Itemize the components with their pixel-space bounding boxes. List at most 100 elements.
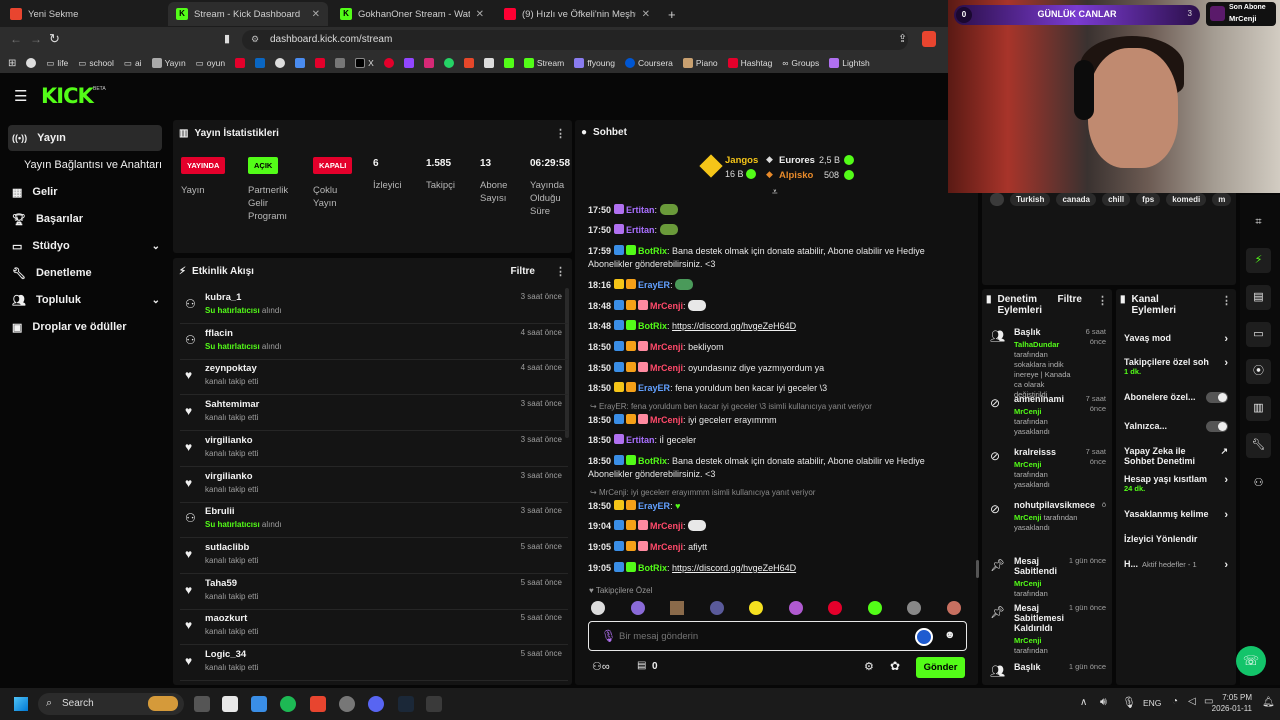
chat-username[interactable]: BotRix bbox=[638, 321, 667, 331]
chat-username[interactable]: Ertitan bbox=[626, 225, 655, 235]
chat-message[interactable]: 17:59 BotRix: Bana destek olmak için dona… bbox=[588, 245, 968, 271]
spotify-icon[interactable] bbox=[280, 696, 296, 712]
app-icon[interactable] bbox=[426, 696, 442, 712]
apps-grid-icon[interactable]: ⊞ bbox=[8, 58, 16, 69]
bookmark-groups[interactable]: ∞ Groups bbox=[782, 58, 819, 68]
kebab-menu-icon[interactable]: ⋮ bbox=[1221, 294, 1232, 307]
activity-event-row[interactable]: ♥ maozkurt kanalı takip etti 5 saat önce bbox=[180, 610, 568, 646]
linkedin-icon[interactable] bbox=[255, 58, 266, 68]
bookmark-coursera[interactable]: Coursera bbox=[624, 58, 673, 68]
chat-username[interactable]: BotRix bbox=[638, 456, 667, 466]
event-username[interactable]: fflacin bbox=[205, 328, 233, 339]
bookmark-school[interactable]: ▭ school bbox=[78, 58, 114, 69]
chat-message[interactable]: 18:50 BotRix: Bana destek olmak için dona… bbox=[588, 455, 968, 481]
channel-action-item[interactable]: Abonelere özel... bbox=[1124, 392, 1228, 403]
mod-username[interactable]: MrCenji bbox=[1014, 513, 1042, 522]
discord-icon[interactable] bbox=[368, 696, 384, 712]
chat-message[interactable]: 18:50 MrCenji: bekliyom bbox=[588, 341, 968, 354]
event-username[interactable]: Sahtemimar bbox=[205, 399, 259, 410]
wifi-icon[interactable]: ◔ bbox=[1172, 696, 1178, 707]
channel-action-item[interactable]: Yavaş mod › bbox=[1124, 333, 1228, 345]
activity-event-row[interactable]: ♥ zeynpoktay kanalı takip etti 4 saat önce bbox=[180, 360, 568, 396]
emote-image[interactable] bbox=[688, 520, 707, 531]
mod-username[interactable]: MrCenji bbox=[1014, 460, 1042, 469]
clock-time[interactable]: 7:05 PM bbox=[1212, 693, 1252, 702]
new-tab-button[interactable]: + bbox=[660, 2, 680, 26]
channel-action-item[interactable]: İzleyici Yönlendir bbox=[1124, 534, 1228, 544]
bookmark-site-icon[interactable] bbox=[383, 58, 394, 68]
scan-icon[interactable]: ⌗ bbox=[1246, 210, 1271, 235]
channel-action-item[interactable]: H... Aktif hedefler - 1 › bbox=[1124, 559, 1228, 571]
chat-scrollbar[interactable] bbox=[976, 560, 979, 578]
chat-username[interactable]: Ertitan bbox=[626, 435, 655, 445]
bookmark-icon[interactable]: ▮ bbox=[224, 32, 230, 45]
menu-icon[interactable]: ☰ bbox=[14, 87, 27, 105]
event-username[interactable]: zeynpoktay bbox=[205, 363, 257, 374]
chat-message[interactable]: 19:05 MrCenji: afiytt bbox=[588, 541, 968, 554]
chat-bubble-icon[interactable]: ▭ bbox=[1246, 322, 1271, 347]
whatsapp-icon[interactable] bbox=[443, 58, 454, 68]
taskbar-search[interactable]: ⌕ Search bbox=[38, 693, 184, 715]
community-icon[interactable]: ⚇ bbox=[1246, 471, 1271, 496]
toggle-switch[interactable] bbox=[1206, 421, 1228, 432]
chat-message[interactable]: 18:50 Ertitan: iİ geceler bbox=[588, 434, 968, 447]
channel-action-item[interactable]: Yalnızca... bbox=[1124, 421, 1228, 432]
bookmark-oyun[interactable]: ▭ oyun bbox=[196, 58, 225, 69]
chat-username[interactable]: ErayER bbox=[638, 280, 670, 290]
event-username[interactable]: Taha59 bbox=[205, 578, 237, 589]
sidebar-item-droplar[interactable]: ▣ Droplar ve ödüller bbox=[0, 314, 170, 340]
forward-icon[interactable]: → bbox=[30, 32, 42, 46]
site-settings-icon[interactable]: ⚙ bbox=[251, 34, 259, 45]
mod-username[interactable]: MrCenji bbox=[1014, 407, 1042, 416]
chat-username[interactable]: BotRix bbox=[638, 563, 667, 573]
avatar[interactable] bbox=[591, 601, 605, 615]
kick-icon[interactable] bbox=[503, 58, 514, 68]
bookmark-piano[interactable]: Piano bbox=[682, 58, 718, 68]
task-view-icon[interactable] bbox=[194, 696, 210, 712]
mod-username[interactable]: MrCenji bbox=[1014, 636, 1042, 645]
close-tab-icon[interactable]: ✕ bbox=[476, 9, 484, 20]
bookmark-life[interactable]: ▭ life bbox=[46, 58, 68, 69]
avatar[interactable] bbox=[828, 601, 842, 615]
sidebar-item-stream-key[interactable]: Yayın Bağlantısı ve Anahtarı bbox=[0, 152, 170, 178]
help-support-icon[interactable]: ☏ bbox=[1236, 646, 1266, 676]
windows-start-icon[interactable] bbox=[14, 697, 28, 711]
google-icon[interactable] bbox=[26, 58, 37, 68]
moderation-action-item[interactable]: ⊘ anneninami MrCenji tarafından yasaklandı… bbox=[990, 394, 1110, 437]
filter-button[interactable]: Filtre bbox=[511, 266, 535, 277]
broadcast-icon[interactable]: ⦿ bbox=[1246, 359, 1271, 384]
chrome-icon[interactable] bbox=[275, 58, 286, 68]
kick-logo[interactable]: KICK bbox=[41, 84, 94, 108]
channel-action-item[interactable]: Takipçilere özel soh 1 dk. › bbox=[1124, 357, 1228, 376]
twitch-icon[interactable] bbox=[403, 58, 414, 68]
youtube-icon[interactable] bbox=[315, 58, 326, 68]
chat-username[interactable]: ErayER bbox=[638, 383, 670, 393]
channel-action-item[interactable]: Hesap yaşı kısıtlam 24 dk. › bbox=[1124, 474, 1228, 493]
microphone-icon[interactable]: 🎙︎ bbox=[601, 629, 616, 643]
avatar[interactable] bbox=[907, 601, 921, 615]
chat-message[interactable]: 18:48 BotRix: https://discord.gg/hvgeZeH6… bbox=[588, 320, 968, 333]
avatar[interactable] bbox=[868, 601, 882, 615]
emote-image[interactable] bbox=[659, 204, 678, 215]
tag-pill[interactable]: Turkish bbox=[1010, 193, 1051, 206]
avatar[interactable] bbox=[749, 601, 763, 615]
channel-action-item[interactable]: Yapay Zeka ile Sohbet Denetimi ↗ bbox=[1124, 446, 1228, 466]
activity-event-row[interactable]: ♥ virgilianko kanalı takip etti 3 saat önce bbox=[180, 432, 568, 467]
browser-tab-new[interactable]: Yeni Sekme bbox=[2, 2, 168, 26]
store-icon[interactable]: ▤ bbox=[637, 660, 646, 671]
close-tab-icon[interactable]: ✕ bbox=[642, 9, 650, 20]
bookmark-yayin[interactable]: Yayın bbox=[151, 58, 186, 68]
activity-event-row[interactable]: ♥ Taha59 kanalı takip etti 5 saat önce bbox=[180, 575, 568, 610]
chat-message[interactable]: 19:05 BotRix: https://discord.gg/hvgeZeH6… bbox=[588, 562, 968, 575]
back-icon[interactable]: ← bbox=[10, 32, 22, 46]
chat-link[interactable]: https://discord.gg/hvgeZeH64D bbox=[672, 321, 796, 331]
kebab-menu-icon[interactable]: ⋮ bbox=[1097, 294, 1108, 307]
chat-username[interactable]: MrCenji bbox=[650, 301, 683, 311]
tag-pill[interactable]: chill bbox=[1102, 193, 1131, 206]
bookmark-ai[interactable]: ▭ ai bbox=[124, 58, 142, 69]
chat-input-box[interactable]: 🎙︎ ☻ bbox=[588, 621, 967, 651]
moderation-action-item[interactable]: 📌︎ Mesaj Sabitlemesi Kaldırıldı MrCenji ta… bbox=[990, 603, 1110, 656]
chat-username[interactable]: ErayER bbox=[638, 501, 670, 511]
kebab-menu-icon[interactable]: ⋮ bbox=[555, 265, 566, 278]
activity-event-row[interactable]: ⚇ Ebrulii Su hatırlatıcısı alındı 3 saat ön… bbox=[180, 503, 568, 539]
